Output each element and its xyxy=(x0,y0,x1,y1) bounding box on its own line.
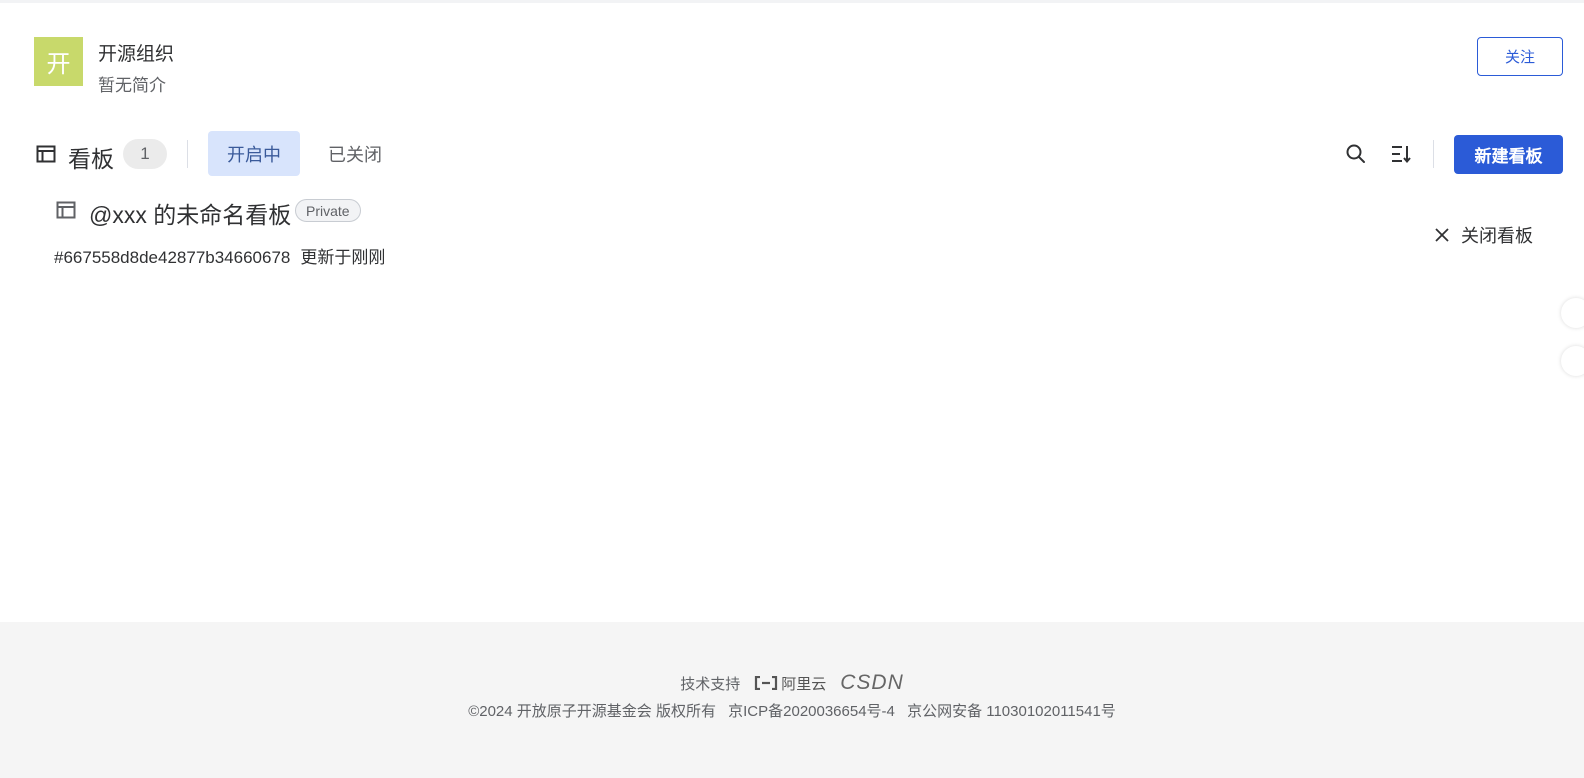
floating-side-button[interactable] xyxy=(1561,298,1584,328)
csdn-logo[interactable]: CSDN xyxy=(840,671,904,695)
tech-support-label: 技术支持 xyxy=(680,675,741,693)
toolbar-divider xyxy=(187,140,188,168)
board-meta: #667558d8de42877b34660678 更新于刚刚 xyxy=(54,243,385,268)
search-icon[interactable] xyxy=(1345,143,1367,165)
toolbar-divider-right xyxy=(1433,140,1434,168)
floating-side-button[interactable] xyxy=(1561,346,1584,376)
aliyun-icon xyxy=(755,676,778,690)
board-item-icon xyxy=(56,201,76,219)
aliyun-logo[interactable]: 阿里云 xyxy=(754,673,826,694)
board-id: #667558d8de42877b34660678 xyxy=(54,248,291,267)
visibility-badge: Private xyxy=(295,199,361,222)
close-board-label: 关闭看板 xyxy=(1461,226,1533,246)
board-name-link[interactable]: @xxx 的未命名看板 xyxy=(89,196,291,230)
police-record-link[interactable]: 京公网安备 11030102011541号 xyxy=(907,703,1116,720)
top-border xyxy=(0,0,1584,3)
sort-icon[interactable] xyxy=(1390,143,1412,165)
follow-button[interactable]: 关注 xyxy=(1477,37,1563,76)
tab-open[interactable]: 开启中 xyxy=(208,131,300,176)
tab-closed[interactable]: 已关闭 xyxy=(310,131,400,176)
copyright-text: ©2024 开放原子开源基金会 版权所有 xyxy=(468,703,716,720)
tech-support-row: 技术支持 阿里云 CSDN xyxy=(0,671,1584,695)
new-board-button[interactable]: 新建看板 xyxy=(1454,135,1563,174)
org-avatar: 开 xyxy=(34,37,83,86)
copyright-line: ©2024 开放原子开源基金会 版权所有 京ICP备2020036654号-4 … xyxy=(0,700,1584,721)
close-board-button[interactable]: 关闭看板 xyxy=(1433,222,1533,248)
org-description: 暂无简介 xyxy=(98,76,166,95)
section-title: 看板 xyxy=(68,146,114,172)
org-name[interactable]: 开源组织 xyxy=(98,39,174,66)
close-icon xyxy=(1435,228,1449,242)
board-updated: 更新于刚刚 xyxy=(300,248,386,267)
footer: 技术支持 阿里云 CSDN ©2024 开放原子开源基金会 版权所有 京ICP备… xyxy=(0,622,1584,778)
icp-link[interactable]: 京ICP备2020036654号-4 xyxy=(728,703,895,720)
board-count-badge: 1 xyxy=(123,139,167,169)
board-icon xyxy=(36,145,56,163)
aliyun-label: 阿里云 xyxy=(781,675,827,693)
